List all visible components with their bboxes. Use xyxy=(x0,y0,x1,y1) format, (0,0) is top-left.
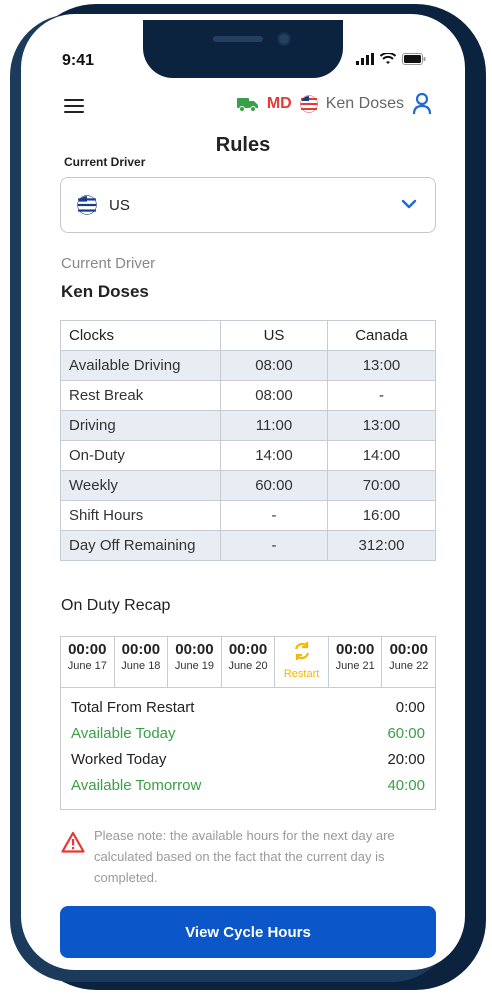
summary-value: 20:00 xyxy=(387,750,425,768)
restart-label: Restart xyxy=(283,668,320,680)
recap-day: 00:00 June 17 xyxy=(61,637,115,687)
table-row: Driving 11:00 13:00 xyxy=(60,410,436,441)
summary-row: Available Tomorrow 40:00 xyxy=(71,772,425,798)
table-cell: 16:00 xyxy=(327,500,436,531)
note-text: Please note: the available hours for the… xyxy=(94,828,395,885)
table-cell: - xyxy=(220,530,328,561)
summary-value: 60:00 xyxy=(387,724,425,742)
day-time: 00:00 xyxy=(228,641,268,658)
status-icons xyxy=(356,53,426,65)
current-driver-name: Ken Doses xyxy=(61,282,149,301)
signal-icon xyxy=(356,53,374,65)
driver-name: Ken Doses xyxy=(325,95,404,112)
table-row: Available Driving 08:00 13:00 xyxy=(60,350,436,381)
battery-icon xyxy=(402,53,426,65)
table-cell: 13:00 xyxy=(327,410,436,441)
day-date: June 17 xyxy=(67,660,107,672)
table-cell: Weekly xyxy=(60,470,221,501)
recap-day: 00:00 June 19 xyxy=(168,637,222,687)
status-time: 9:41 xyxy=(62,52,95,69)
summary-label: Available Tomorrow xyxy=(71,776,202,794)
table-cell: Day Off Remaining xyxy=(60,530,221,561)
view-cycle-hours-button[interactable]: View Cycle Hours xyxy=(60,906,436,958)
us-flag-icon xyxy=(299,95,318,113)
table-row: Shift Hours - 16:00 xyxy=(60,500,436,531)
table-cell: 312:00 xyxy=(327,530,436,561)
recap-title: On Duty Recap xyxy=(61,597,171,614)
recap-restart: Restart xyxy=(275,637,329,687)
day-time: 00:00 xyxy=(68,641,107,658)
wifi-icon xyxy=(380,53,396,64)
day-date: June 21 xyxy=(335,660,375,672)
table-header-row: Clocks US Canada xyxy=(60,320,436,351)
day-time: 00:00 xyxy=(389,641,428,658)
summary-row: Worked Today 20:00 xyxy=(71,746,425,772)
recap-day: 00:00 June 21 xyxy=(329,637,383,687)
table-cell: 60:00 xyxy=(220,470,328,501)
table-cell: - xyxy=(327,380,436,411)
recap-days: 00:00 June 17 00:00 June 18 00:00 June 1… xyxy=(60,636,436,688)
table-cell: Rest Break xyxy=(60,380,221,411)
clocks-table: Clocks US Canada Available Driving 08:00… xyxy=(60,320,436,561)
day-date: June 22 xyxy=(389,660,429,672)
summary-label: Worked Today xyxy=(71,750,167,768)
table-row: Weekly 60:00 70:00 xyxy=(60,470,436,501)
select-value: US xyxy=(109,196,130,214)
speaker xyxy=(213,36,263,42)
page-title: Rules xyxy=(215,134,271,156)
table-header: Canada xyxy=(327,320,436,351)
summary-value: 40:00 xyxy=(387,776,425,794)
table-cell: 08:00 xyxy=(220,350,328,381)
table-cell: 08:00 xyxy=(220,380,328,411)
us-flag-icon xyxy=(77,195,97,215)
menu-icon[interactable] xyxy=(64,99,84,113)
table-cell: 13:00 xyxy=(327,350,436,381)
summary-row: Total From Restart 0:00 xyxy=(71,694,425,720)
table-row: On-Duty 14:00 14:00 xyxy=(60,440,436,471)
chevron-down-icon xyxy=(401,199,417,209)
recap-day: 00:00 June 20 xyxy=(222,637,276,687)
camera xyxy=(277,32,291,46)
table-cell: Available Driving xyxy=(60,350,221,381)
day-date: June 19 xyxy=(174,660,215,672)
truck-icon xyxy=(236,98,258,112)
current-driver-label: Current Driver xyxy=(64,155,146,169)
current-driver-section-label: Current Driver xyxy=(61,255,156,272)
user-icon[interactable] xyxy=(412,92,432,116)
day-time: 00:00 xyxy=(175,641,214,658)
recap-summary: Total From Restart 0:00 Available Today … xyxy=(60,688,436,810)
md-label: MD xyxy=(266,95,292,112)
table-row: Rest Break 08:00 - xyxy=(60,380,436,411)
table-cell: - xyxy=(220,500,328,531)
header-right: MD Ken Doses xyxy=(236,92,432,116)
day-time: 00:00 xyxy=(335,641,375,658)
table-cell: 14:00 xyxy=(327,440,436,471)
table-cell: Driving xyxy=(60,410,221,441)
notch xyxy=(143,20,343,78)
table-cell: 70:00 xyxy=(327,470,436,501)
summary-value: 0:00 xyxy=(395,698,425,716)
recap-day: 00:00 June 18 xyxy=(115,637,169,687)
warning-icon xyxy=(61,831,85,853)
driver-rules-select[interactable]: US xyxy=(60,177,436,233)
table-cell: Shift Hours xyxy=(60,500,221,531)
day-date: June 20 xyxy=(228,660,268,672)
table-cell: 14:00 xyxy=(220,440,328,471)
summary-label: Total From Restart xyxy=(71,698,195,716)
table-cell: On-Duty xyxy=(60,440,221,471)
summary-label: Available Today xyxy=(71,724,176,742)
table-header: Clocks xyxy=(60,320,221,351)
restart-icon xyxy=(294,642,309,660)
app-screen: 9:41 MD Ken Doses Rules Current Driver U… xyxy=(21,14,465,970)
table-header: US xyxy=(220,320,328,351)
summary-row: Available Today 60:00 xyxy=(71,720,425,746)
table-row: Day Off Remaining - 312:00 xyxy=(60,530,436,561)
table-cell: 11:00 xyxy=(220,410,328,441)
day-time: 00:00 xyxy=(121,641,161,658)
day-date: June 18 xyxy=(121,660,161,672)
recap-day: 00:00 June 22 xyxy=(382,637,435,687)
